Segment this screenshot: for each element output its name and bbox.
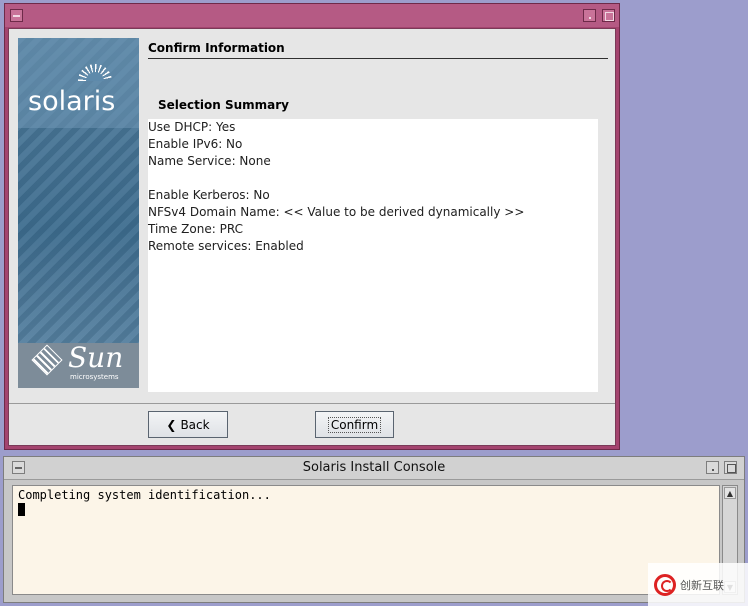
- back-button[interactable]: ❮ Back: [148, 411, 228, 438]
- confirm-button[interactable]: Confirm: [315, 411, 394, 438]
- solaris-logo: solaris: [28, 86, 116, 117]
- terminal-cursor: [18, 503, 25, 516]
- section-title: Selection Summary: [158, 98, 289, 112]
- sun-logo-subtext: microsystems: [70, 373, 119, 381]
- summary-line: Remote services: Enabled: [148, 239, 304, 253]
- sun-rays-icon: [78, 64, 112, 81]
- selection-summary-box: Use DHCP: Yes Enable IPv6: No Name Servi…: [148, 119, 598, 392]
- sun-logo-text: Sun: [68, 341, 124, 374]
- summary-line: Name Service: None: [148, 154, 271, 168]
- watermark-text: 创新互联: [680, 578, 724, 592]
- installer-titlebar[interactable]: [5, 4, 619, 27]
- confirm-button-label: Confirm: [327, 416, 382, 433]
- install-console-window: Solaris Install Console Completing syste…: [3, 456, 745, 603]
- console-minimize-icon[interactable]: [706, 461, 719, 474]
- back-button-label: Back: [180, 417, 210, 432]
- installer-client-area: solaris Sun microsystems Confirm Informa…: [8, 28, 616, 446]
- summary-line: Time Zone: PRC: [148, 222, 243, 236]
- page-title: Confirm Information: [148, 41, 285, 55]
- watermark-logo-icon: [654, 573, 676, 596]
- installer-window: solaris Sun microsystems Confirm Informa…: [4, 3, 620, 450]
- title-divider: [148, 58, 608, 59]
- summary-line: Enable IPv6: No: [148, 137, 243, 151]
- summary-line: Use DHCP: Yes: [148, 120, 236, 134]
- button-bar-divider: [9, 403, 615, 404]
- back-arrow-icon: ❮: [166, 417, 177, 432]
- scroll-up-icon[interactable]: ▲: [724, 487, 736, 499]
- maximize-icon[interactable]: [602, 9, 615, 22]
- console-title: Solaris Install Console: [302, 460, 446, 475]
- summary-line: NFSv4 Domain Name: << Value to be derive…: [148, 205, 525, 219]
- console-terminal[interactable]: Completing system identification...: [12, 485, 720, 595]
- console-titlebar[interactable]: Solaris Install Console: [4, 457, 744, 480]
- watermark: 创新互联: [648, 563, 748, 606]
- minimize-icon[interactable]: [583, 9, 596, 22]
- console-maximize-icon[interactable]: [724, 461, 737, 474]
- console-output: Completing system identification...: [18, 488, 271, 502]
- solaris-branding-panel: solaris Sun microsystems: [18, 38, 139, 388]
- window-menu-icon[interactable]: [10, 9, 23, 22]
- summary-line: Enable Kerberos: No: [148, 188, 270, 202]
